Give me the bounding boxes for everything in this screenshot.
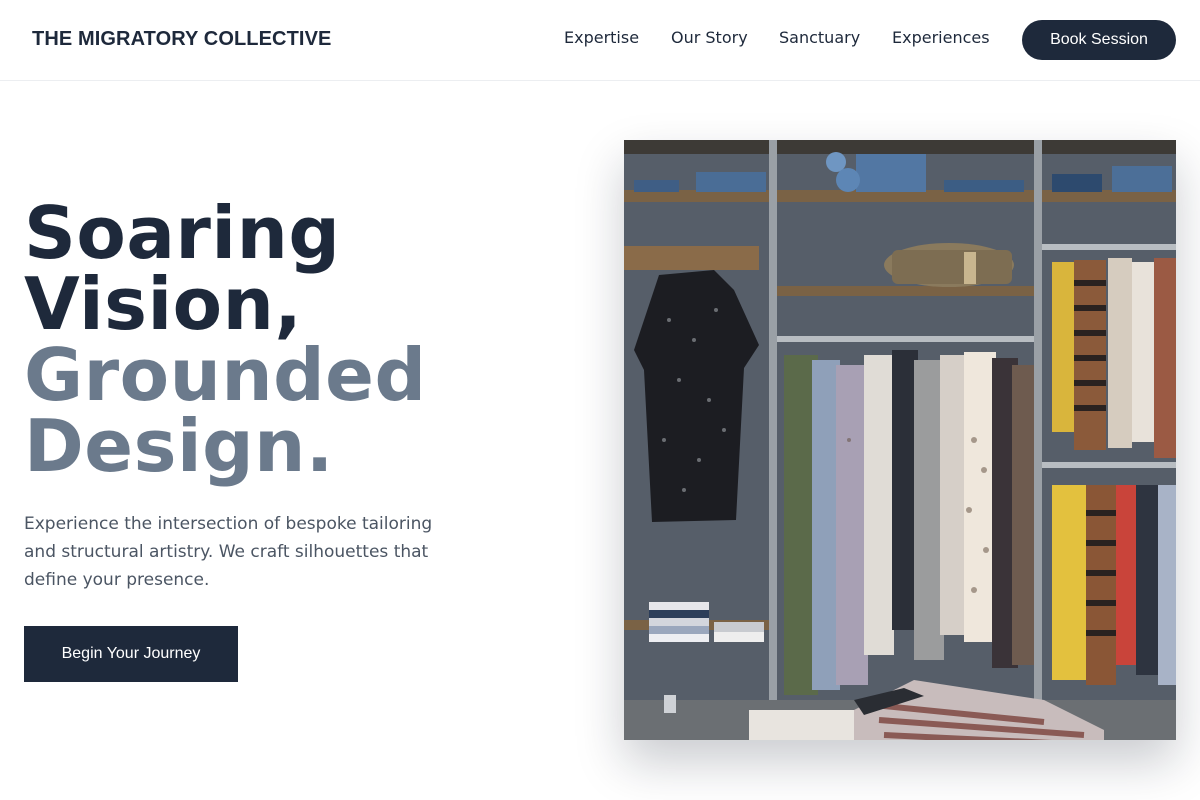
hero-title-line-accent: Grounded bbox=[24, 333, 427, 417]
hero-title-line: Soaring bbox=[24, 191, 341, 275]
site-header: THE MIGRATORY COLLECTIVE Expertise Our S… bbox=[0, 0, 1200, 81]
hero-title-line: Vision, bbox=[24, 262, 303, 346]
hero-title-line-accent: Design. bbox=[24, 404, 334, 488]
hero-description: Experience the intersection of bespoke t… bbox=[24, 514, 433, 590]
hero-title: Soaring Vision, Grounded Design. bbox=[24, 191, 584, 488]
hero-clothing-rack-image bbox=[624, 140, 1176, 740]
begin-journey-button[interactable]: Begin Your Journey bbox=[24, 626, 238, 682]
nav-link-our-story[interactable]: Our Story bbox=[671, 28, 748, 47]
nav-link-experiences[interactable]: Experiences bbox=[892, 28, 990, 47]
nav-link-sanctuary[interactable]: Sanctuary bbox=[779, 28, 860, 47]
brand-logo-text[interactable]: THE MIGRATORY COLLECTIVE bbox=[32, 28, 331, 51]
book-session-button[interactable]: Book Session bbox=[1022, 20, 1176, 60]
nav-link-expertise[interactable]: Expertise bbox=[564, 28, 639, 47]
